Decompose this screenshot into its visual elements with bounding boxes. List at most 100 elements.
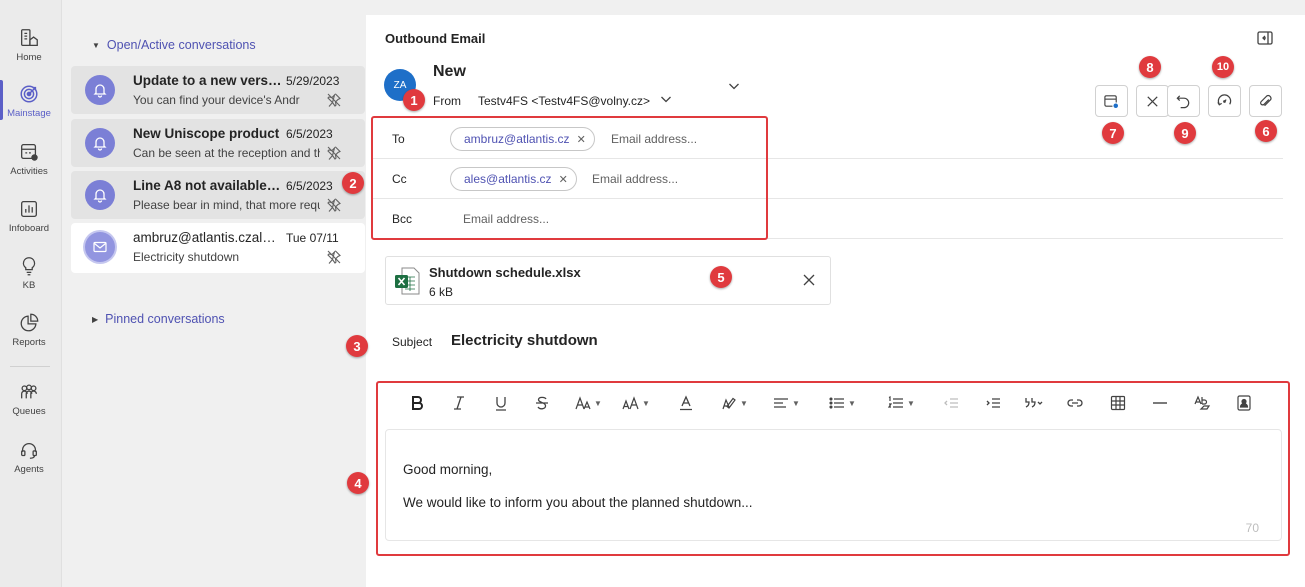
character-count: 70 bbox=[1245, 521, 1259, 535]
recipient-chip[interactable]: ales@atlantis.cz ✕ bbox=[450, 167, 577, 191]
collapse-panel-icon[interactable] bbox=[1256, 29, 1274, 47]
insert-table-button[interactable] bbox=[1107, 391, 1129, 415]
conversation-avatar bbox=[85, 75, 115, 105]
conversation-item[interactable]: Line A8 not available today 6/5/2023 Ple… bbox=[71, 171, 365, 219]
annotation-badge: 7 bbox=[1102, 122, 1124, 144]
spellcheck-button[interactable] bbox=[1191, 391, 1213, 415]
rail-item-infoboard[interactable]: Infoboard bbox=[0, 189, 58, 243]
home-icon bbox=[21, 29, 38, 46]
unpin-icon[interactable] bbox=[326, 92, 342, 108]
link-icon bbox=[1067, 399, 1083, 407]
rail-item-kb[interactable]: KB bbox=[0, 246, 58, 300]
annotation-badge: 10 bbox=[1212, 56, 1234, 78]
bell-icon bbox=[93, 137, 107, 151]
conversation-avatar bbox=[85, 232, 115, 262]
follow-up-button[interactable] bbox=[1208, 85, 1241, 117]
conversation-item[interactable]: Update to a new version of the app 5/29/… bbox=[71, 66, 365, 114]
attach-button[interactable] bbox=[1249, 85, 1282, 117]
activities-icon bbox=[21, 144, 38, 161]
bold-button[interactable] bbox=[406, 391, 428, 415]
caret-right-icon: ▶ bbox=[92, 314, 99, 324]
unpin-icon[interactable] bbox=[326, 145, 342, 161]
strikethrough-button[interactable] bbox=[531, 391, 553, 415]
annotation-badge: 4 bbox=[347, 472, 369, 494]
bullet-list-icon bbox=[829, 397, 845, 409]
subject-input[interactable]: Electricity shutdown bbox=[451, 332, 598, 349]
bcc-label: Bcc bbox=[392, 212, 413, 226]
conversation-item[interactable]: New Uniscope product 6/5/2023 Can be see… bbox=[71, 119, 365, 167]
decrease-indent-button[interactable] bbox=[940, 391, 962, 415]
unpin-icon[interactable] bbox=[326, 249, 342, 265]
font-icon bbox=[575, 396, 591, 410]
rail-item-reports[interactable]: Reports bbox=[0, 303, 58, 357]
bell-icon bbox=[93, 84, 107, 98]
horizontal-line-icon bbox=[1153, 402, 1167, 404]
rail-item-mainstage[interactable]: Mainstage bbox=[0, 74, 58, 128]
unpin-icon[interactable] bbox=[326, 197, 342, 213]
cc-row: Cc ales@atlantis.cz ✕ bbox=[372, 159, 1283, 199]
remove-chip-icon[interactable]: ✕ bbox=[577, 133, 586, 146]
rail-item-activities[interactable]: Activities bbox=[0, 132, 58, 186]
rail-item-agents[interactable]: Agents bbox=[0, 430, 58, 484]
app-rail: Home Mainstage Activities Infoboard KB R… bbox=[0, 0, 62, 587]
chevron-down-icon[interactable] bbox=[726, 78, 742, 94]
recipient-chip[interactable]: ambruz@atlantis.cz ✕ bbox=[450, 127, 595, 151]
quote-button[interactable] bbox=[1018, 391, 1048, 415]
open-conversations-header[interactable]: ▼ Open/Active conversations bbox=[92, 38, 256, 52]
rail-item-home[interactable]: Home bbox=[0, 18, 58, 72]
refresh-clock-icon bbox=[1217, 93, 1232, 106]
excel-file-icon bbox=[395, 267, 420, 295]
annotation-badge: 8 bbox=[1139, 56, 1161, 78]
rail-label-kb: KB bbox=[22, 280, 36, 291]
bullet-list-button[interactable]: ▼ bbox=[824, 391, 860, 415]
rail-label-infoboard: Infoboard bbox=[8, 223, 50, 234]
mail-icon bbox=[93, 241, 107, 253]
highlight-button[interactable]: ▼ bbox=[716, 391, 752, 415]
bell-icon bbox=[93, 189, 107, 203]
attachment-card[interactable]: Shutdown schedule.xlsx 6 kB bbox=[385, 256, 831, 305]
table-icon bbox=[1110, 395, 1126, 411]
insert-contact-button[interactable] bbox=[1233, 391, 1255, 415]
font-color-button[interactable] bbox=[675, 391, 697, 415]
horizontal-line-button[interactable] bbox=[1149, 391, 1171, 415]
insert-link-button[interactable] bbox=[1064, 391, 1086, 415]
indent-icon bbox=[986, 398, 1000, 408]
font-size-button[interactable]: ▼ bbox=[618, 391, 654, 415]
pinned-conversations-header[interactable]: ▶ Pinned conversations bbox=[92, 312, 225, 326]
chevron-down-icon[interactable] bbox=[658, 91, 674, 107]
underline-button[interactable] bbox=[490, 391, 512, 415]
remove-chip-icon[interactable]: ✕ bbox=[559, 173, 568, 186]
conversation-title: Update to a new version of the app bbox=[133, 73, 283, 88]
undo-button[interactable] bbox=[1167, 85, 1200, 117]
remove-attachment-icon[interactable] bbox=[801, 272, 817, 288]
attachment-name: Shutdown schedule.xlsx bbox=[429, 265, 581, 280]
contact-card-icon bbox=[1237, 395, 1251, 411]
from-address[interactable]: Testv4FS <Testv4FS@volny.cz> bbox=[478, 94, 650, 108]
conversation-title: Line A8 not available today bbox=[133, 178, 283, 193]
annotation-badge: 2 bbox=[342, 172, 364, 194]
numbered-list-button[interactable]: ▼ bbox=[883, 391, 919, 415]
cc-label: Cc bbox=[392, 172, 407, 186]
cc-email-input[interactable] bbox=[592, 168, 742, 190]
rail-label-home: Home bbox=[16, 52, 42, 63]
conversation-title: New Uniscope product bbox=[133, 126, 280, 141]
to-email-input[interactable] bbox=[611, 128, 761, 150]
email-body-editor[interactable]: Good morning, We would like to inform yo… bbox=[385, 429, 1282, 541]
align-button[interactable]: ▼ bbox=[768, 391, 804, 415]
rail-item-queues[interactable]: Queues bbox=[0, 372, 58, 426]
conversation-preview: Please bear in mind, that more requests bbox=[133, 198, 320, 212]
conversation-item-selected[interactable]: ambruz@atlantis.czalerts Tue 07/11 Elect… bbox=[71, 223, 365, 273]
discard-button[interactable] bbox=[1136, 85, 1169, 117]
compose-panel: Outbound Email ZA New From Testv4FS <Tes… bbox=[366, 15, 1305, 587]
italic-button[interactable] bbox=[448, 391, 470, 415]
rail-label-agents: Agents bbox=[14, 464, 44, 475]
mainstage-icon bbox=[20, 85, 38, 103]
rail-divider bbox=[10, 366, 50, 367]
conversation-date: 5/29/2023 bbox=[286, 74, 340, 88]
bcc-email-input[interactable] bbox=[463, 208, 613, 230]
increase-indent-button[interactable] bbox=[982, 391, 1004, 415]
font-button[interactable]: ▼ bbox=[570, 391, 606, 415]
schedule-send-button[interactable] bbox=[1095, 85, 1128, 117]
paperclip-icon bbox=[1260, 94, 1272, 106]
conversation-preview: You can find your device's Andr bbox=[133, 93, 300, 107]
